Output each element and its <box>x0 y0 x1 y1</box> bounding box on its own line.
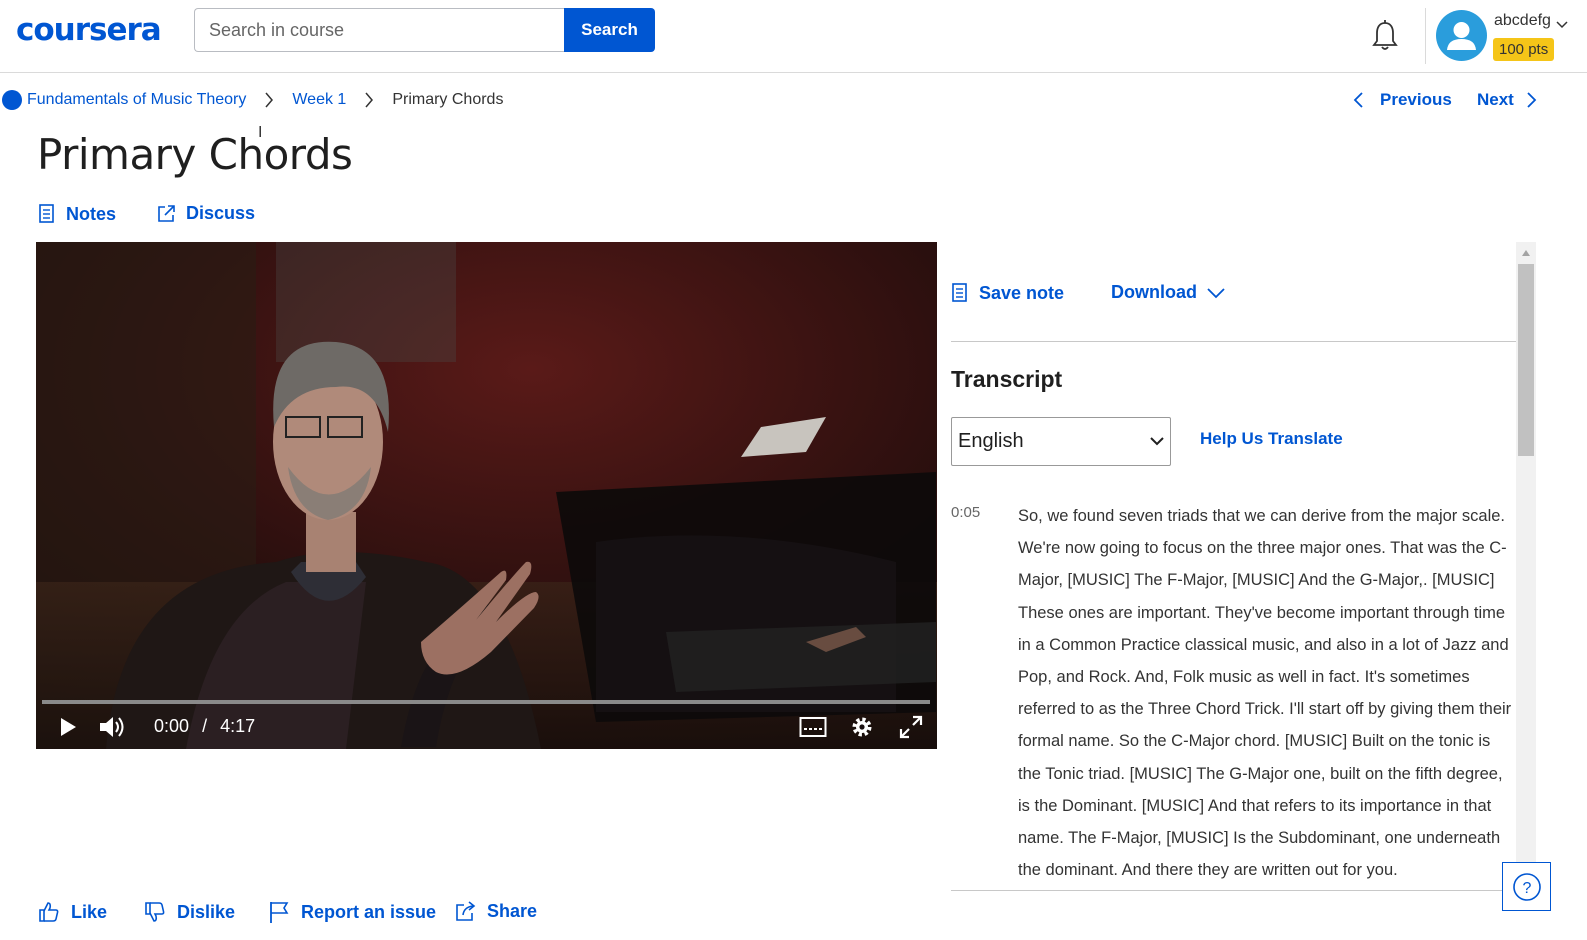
breadcrumb-course-link[interactable]: Fundamentals of Music Theory <box>27 91 246 109</box>
save-note-button[interactable]: Save note <box>951 282 1064 304</box>
page-title: Primary Chords <box>37 130 353 179</box>
fullscreen-icon[interactable] <box>899 715 923 744</box>
settings-gear-icon[interactable] <box>850 715 874 744</box>
dislike-button[interactable]: Dislike <box>143 900 235 924</box>
note-icon <box>952 283 967 302</box>
language-value: English <box>958 430 1024 452</box>
language-select[interactable]: English <box>951 417 1171 466</box>
video-player[interactable]: 0:00 / 4:17 <box>36 242 937 749</box>
help-button[interactable]: ? <box>1502 862 1551 911</box>
download-label: Download <box>1111 282 1197 302</box>
report-issue-label: Report an issue <box>301 901 437 922</box>
previous-button[interactable]: Previous <box>1352 90 1452 110</box>
share-icon <box>456 901 476 921</box>
transcript-timestamp[interactable]: 0:05 <box>951 504 980 521</box>
video-frame <box>36 242 937 749</box>
scrollbar-thumb[interactable] <box>1518 264 1534 456</box>
flag-icon <box>270 902 289 923</box>
thumbs-up-icon <box>39 902 59 922</box>
play-icon[interactable] <box>58 716 78 743</box>
like-label: Like <box>71 901 108 922</box>
chevron-left-icon <box>1353 92 1363 108</box>
notes-button[interactable]: Notes <box>38 203 116 225</box>
previous-label: Previous <box>1380 90 1452 109</box>
panel-divider <box>951 341 1516 342</box>
course-dot-icon <box>2 90 22 110</box>
chevron-down-icon[interactable] <box>1556 16 1568 34</box>
top-header: coursera Search abcdefg 100 pts <box>0 0 1587 73</box>
next-label: Next <box>1477 90 1514 109</box>
download-button[interactable]: Download <box>1111 282 1225 303</box>
scroll-up-arrow-icon[interactable] <box>1522 250 1530 256</box>
svg-text:?: ? <box>1522 880 1531 897</box>
search-button[interactable]: Search <box>564 8 655 52</box>
question-icon: ? <box>1512 872 1541 901</box>
volume-icon[interactable] <box>98 714 126 745</box>
points-badge: 100 pts <box>1493 38 1555 61</box>
video-progress-bar[interactable] <box>42 700 930 704</box>
captions-icon[interactable] <box>799 716 827 743</box>
search-input[interactable] <box>194 8 565 52</box>
chevron-right-icon <box>1527 92 1537 108</box>
panel-scrollbar[interactable] <box>1516 242 1536 892</box>
next-button[interactable]: Next <box>1477 90 1538 110</box>
share-label: Share <box>487 900 538 921</box>
avatar[interactable] <box>1436 10 1487 61</box>
dislike-label: Dislike <box>177 901 236 922</box>
chevron-down-icon <box>1150 437 1164 446</box>
breadcrumb-current: Primary Chords <box>392 91 504 108</box>
save-note-label: Save note <box>979 282 1065 303</box>
chevron-right-icon <box>364 91 374 109</box>
username[interactable]: abcdefg <box>1494 12 1551 30</box>
panel-bottom-divider <box>951 890 1516 891</box>
transcript-heading: Transcript <box>951 366 1063 392</box>
chevron-right-icon <box>264 91 274 109</box>
share-button[interactable]: Share <box>455 900 537 922</box>
like-button[interactable]: Like <box>37 900 107 924</box>
breadcrumb: Fundamentals of Music Theory Week 1 Prim… <box>2 88 503 112</box>
coursera-logo[interactable]: coursera <box>16 12 162 48</box>
notes-label: Notes <box>66 203 117 224</box>
report-issue-button[interactable]: Report an issue <box>267 900 436 924</box>
video-time: 0:00 / 4:17 <box>154 716 255 737</box>
text-cursor-icon: I <box>258 124 263 141</box>
chevron-down-icon <box>1207 287 1225 298</box>
notes-icon <box>39 204 54 223</box>
current-time: 0:00 <box>154 716 190 736</box>
discuss-label: Discuss <box>186 203 256 223</box>
transcript-panel: Save note Download Transcript English He… <box>951 242 1516 890</box>
discuss-button[interactable]: Discuss <box>156 203 255 224</box>
help-us-translate-link[interactable]: Help Us Translate <box>1200 429 1343 449</box>
transcript-text[interactable]: So, we found seven triads that we can de… <box>1018 500 1516 886</box>
external-link-icon <box>158 204 175 222</box>
header-divider <box>1425 8 1426 64</box>
thumbs-down-icon <box>145 902 165 922</box>
notification-bell-icon[interactable] <box>1367 18 1403 54</box>
duration: 4:17 <box>220 716 256 736</box>
breadcrumb-week-link[interactable]: Week 1 <box>292 91 346 109</box>
time-separator: / <box>202 716 208 736</box>
